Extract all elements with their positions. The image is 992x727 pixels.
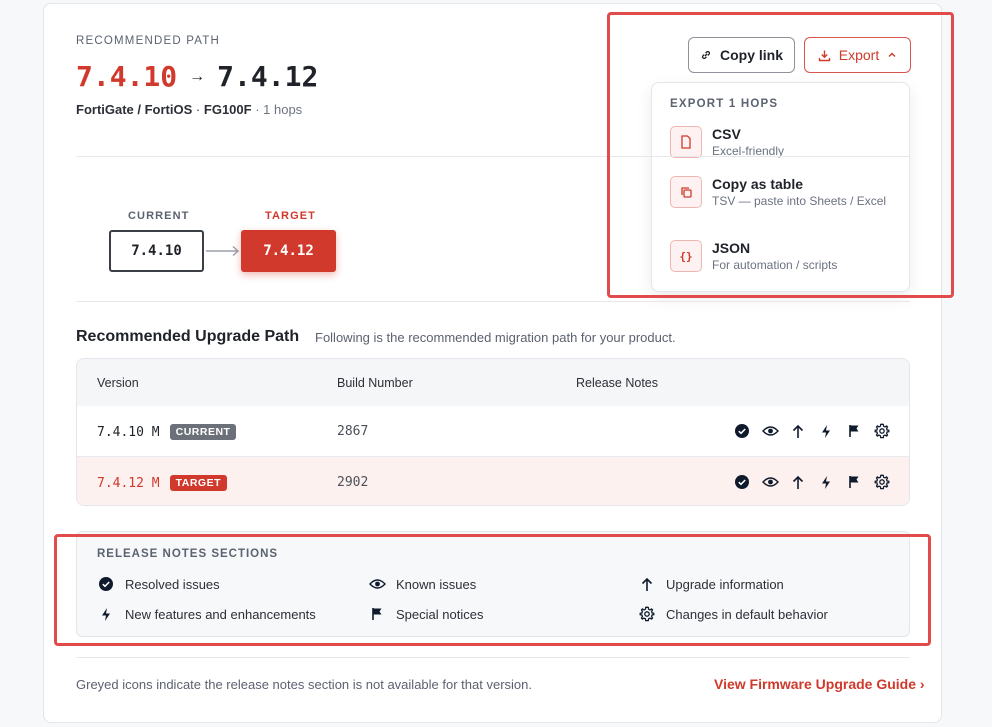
export-button[interactable]: Export [804,37,911,73]
eye-icon[interactable] [761,422,779,440]
bolt-icon[interactable] [817,422,835,440]
legend-label: Resolved issues [125,576,220,592]
chevron-up-icon [887,50,897,60]
build-number: 2867 [337,424,369,439]
to-version: 7.4.12 [217,60,319,93]
arrow-up-icon[interactable] [789,422,807,440]
section-title: Recommended Upgrade Path [76,328,300,345]
export-json-title: JSON [712,240,751,256]
build-number: 2902 [337,475,369,490]
version-text: 7.4.10 M [97,424,160,440]
table-row: 7.4.10 M CURRENT 2867 [77,406,909,457]
arrow-up-icon[interactable] [789,473,807,491]
separator-dot: · [195,102,201,117]
arrow-up-icon [638,575,656,593]
divider [76,657,910,658]
target-label: TARGET [265,210,317,222]
export-menu-heading: EXPORT 1 HOPS [670,98,779,110]
legend-item: Special notices [368,605,483,623]
legend-item: Upgrade information [638,575,784,593]
current-label: CURRENT [128,210,190,222]
export-menu: EXPORT 1 HOPS CSV Excel-friendly Copy as… [651,82,910,292]
upgrade-path-card: RECOMMENDED PATH 7.4.10 → 7.4.12 FortiGa… [43,3,942,723]
table-header: Version Build Number Release Notes [77,359,909,407]
check-circle-icon[interactable] [733,473,751,491]
section-description: Following is the recommended migration p… [315,330,676,345]
hops-count: · 1 hops [255,102,303,117]
page-title: 7.4.10 → 7.4.12 [76,60,318,93]
release-notes-legend: RELEASE NOTES SECTIONS Resolved issues K… [76,531,910,637]
gear-icon[interactable] [873,473,891,491]
export-copy-table-subtitle: TSV — paste into Sheets / Excel [712,194,887,208]
current-version-box: 7.4.10 [109,230,204,272]
legend-item: Changes in default behavior [638,605,828,623]
export-json-subtitle: For automation / scripts [712,258,838,272]
status-badge: CURRENT [169,424,237,440]
release-notes-icons [733,473,891,491]
divider [76,301,910,302]
flag-icon[interactable] [845,473,863,491]
legend-label: Upgrade information [666,576,784,592]
status-badge: TARGET [169,475,228,491]
file-icon [670,126,702,158]
eye-icon[interactable] [761,473,779,491]
gear-icon [638,605,656,623]
download-icon [818,49,831,62]
legend-item: Resolved issues [97,575,220,593]
flag-icon[interactable] [845,422,863,440]
legend-label: Known issues [396,576,477,592]
copy-icon [670,176,702,208]
column-header-version: Version [97,376,139,390]
column-header-build: Build Number [337,376,413,390]
legend-label: Changes in default behavior [666,606,828,622]
export-copy-table-title: Copy as table [712,176,804,192]
column-header-release-notes: Release Notes [576,376,658,390]
gear-icon[interactable] [873,422,891,440]
check-circle-icon[interactable] [733,422,751,440]
export-copy-table-item[interactable]: Copy as table TSV — paste into Sheets / … [670,176,895,208]
release-notes-icons [733,422,891,440]
eyebrow-label: RECOMMENDED PATH [76,35,220,47]
flag-icon [368,605,386,623]
export-label: Export [838,47,880,63]
footer-note: Greyed icons indicate the release notes … [76,677,532,692]
row-version: 7.4.12 M TARGET [97,475,228,491]
arrow-icon: → [189,67,206,85]
braces-icon: {} [670,240,702,272]
export-json-item[interactable]: {} JSON For automation / scripts [670,240,895,272]
export-csv-title: CSV [712,126,741,142]
check-circle-icon [97,575,115,593]
eye-icon [368,575,386,593]
from-version: 7.4.10 [76,60,178,93]
target-version-box: 7.4.12 [241,230,336,272]
legend-heading: RELEASE NOTES SECTIONS [97,548,279,560]
export-csv-item[interactable]: CSV Excel-friendly [670,126,895,158]
legend-item: Known issues [368,575,476,593]
legend-item: New features and enhancements [97,605,316,623]
row-version: 7.4.10 M CURRENT [97,424,237,440]
copy-link-button[interactable]: Copy link [688,37,795,73]
link-icon [700,49,712,61]
legend-label: New features and enhancements [125,606,316,622]
model-name: FG100F [203,102,252,117]
copy-link-label: Copy link [719,47,783,63]
product-name: FortiGate / FortiOS [76,102,193,117]
version-text: 7.4.12 M [97,475,160,491]
product-subline: FortiGate / FortiOS · FG100F · 1 hops [76,102,302,117]
divider [76,156,910,157]
firmware-guide-link[interactable]: View Firmware Upgrade Guide › [714,676,925,692]
bolt-icon[interactable] [817,473,835,491]
bolt-icon [97,605,115,623]
upgrade-path-table: Version Build Number Release Notes 7.4.1… [76,358,910,506]
legend-label: Special notices [396,606,484,622]
flow-arrow-icon [205,244,241,263]
table-row: 7.4.12 M TARGET 2902 [77,457,909,505]
